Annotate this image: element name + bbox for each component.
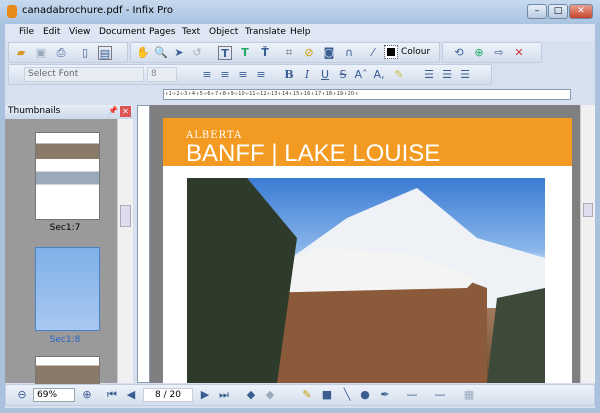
window-title: canadabrochure.pdf - Infix Pro — [22, 5, 174, 16]
print-icon[interactable]: ⎙ — [54, 46, 68, 60]
horizontal-ruler: ·ı·1·ı·2·ı·3·ı·4·ı·5·ı·6·ı·7·ı·8·ı·9·ı·1… — [163, 89, 571, 100]
hand-icon[interactable]: ✋ — [136, 46, 150, 60]
thumbnail-page-8[interactable] — [35, 247, 100, 331]
menu-pages[interactable]: Pages — [149, 27, 175, 37]
menu-view[interactable]: View — [69, 27, 90, 37]
pen-icon[interactable]: ✒ — [378, 388, 392, 402]
thumbnail-page-9[interactable] — [35, 356, 100, 386]
pin-icon[interactable]: 📌 — [108, 106, 118, 115]
align-left-icon[interactable]: ≡ — [200, 68, 214, 82]
menu-translate[interactable]: Translate — [245, 27, 286, 37]
maximize-button[interactable]: □ — [548, 4, 568, 19]
thumbnail-page-7[interactable] — [35, 132, 100, 220]
line-spacing-3-icon[interactable]: ☰ — [458, 68, 472, 82]
add-text-icon[interactable]: T — [238, 46, 252, 60]
rotate-icon[interactable]: ↺ — [190, 46, 204, 60]
path-icon[interactable]: ∩ — [342, 46, 356, 60]
strikethrough-icon[interactable]: S — [336, 68, 350, 82]
zoom-in-icon[interactable]: ⊕ — [80, 388, 94, 402]
subscript-icon[interactable]: A‚ — [372, 68, 386, 82]
save-icon[interactable]: ▣ — [34, 46, 48, 60]
underline-icon[interactable]: U — [318, 68, 332, 82]
page-icon[interactable]: ▯ — [78, 46, 92, 60]
thumbnail-list: Sec1:7 Sec1:8 — [5, 119, 117, 386]
scroll-thumb[interactable] — [120, 205, 131, 227]
superscript-icon[interactable]: Aˆ — [354, 68, 368, 82]
snowy-tree — [187, 178, 297, 383]
minimize-button[interactable]: – — [527, 4, 547, 19]
replace-page-icon[interactable]: ⟲ — [452, 46, 466, 60]
font-placeholder: Select Font — [28, 69, 79, 79]
app-icon — [7, 5, 17, 18]
open-icon[interactable]: ▰ — [14, 46, 28, 60]
zoom-icon[interactable]: 🔍 — [154, 46, 168, 60]
link-icon[interactable]: ⊘ — [302, 46, 316, 60]
camera-icon[interactable]: ◙ — [322, 46, 336, 60]
delete-page-icon[interactable]: ✕ — [512, 46, 526, 60]
crop-icon[interactable]: ⌗ — [282, 46, 296, 60]
first-page-icon[interactable]: ⏮ — [105, 388, 119, 402]
menu-document[interactable]: Document — [99, 27, 146, 37]
vertical-ruler — [137, 105, 150, 383]
text-tool-icon[interactable]: T — [218, 46, 232, 60]
headline-text[interactable]: BANFF | LAKE LOUISE — [186, 140, 440, 168]
line-spacing-1-icon[interactable]: ☰ — [422, 68, 436, 82]
line-icon[interactable]: ╲ — [340, 388, 354, 402]
hotel-photo[interactable] — [187, 178, 545, 383]
text-flow-icon[interactable]: Ť — [258, 46, 272, 60]
zoom-select[interactable]: 69% — [33, 388, 75, 402]
line-spacing-2-icon[interactable]: ☰ — [440, 68, 454, 82]
previous-page-icon[interactable]: ◀ — [124, 388, 138, 402]
forward-icon[interactable]: ◆ — [263, 388, 277, 402]
menu-file[interactable]: File — [19, 27, 34, 37]
line-width-icon[interactable]: — — [433, 388, 447, 402]
zoom-value: 69% — [37, 390, 58, 400]
font-size-value: 8 — [151, 69, 157, 79]
align-right-icon[interactable]: ≡ — [236, 68, 250, 82]
thumbnail-label: Sec1:7 — [49, 223, 81, 233]
extract-page-icon[interactable]: ⇨ — [492, 46, 506, 60]
panel-close-icon[interactable]: ✕ — [120, 106, 131, 117]
menu-help[interactable]: Help — [290, 27, 311, 37]
colour-swatch[interactable] — [384, 45, 398, 59]
next-page-icon[interactable]: ▶ — [198, 388, 212, 402]
menu-bar: File Edit View Document Pages Text Objec… — [5, 24, 595, 41]
last-page-icon[interactable]: ⏭ — [217, 388, 231, 402]
ellipse-icon[interactable]: ● — [358, 388, 372, 402]
document-scrollbar[interactable] — [580, 105, 595, 383]
back-icon[interactable]: ◆ — [244, 388, 258, 402]
font-size-select[interactable]: 8 — [147, 67, 177, 82]
align-center-icon[interactable]: ≡ — [218, 68, 232, 82]
insert-page-icon[interactable]: ⊕ — [472, 46, 486, 60]
colour-label[interactable]: Colour — [401, 47, 430, 57]
rectangle-icon[interactable]: ■ — [320, 388, 334, 402]
highlight-icon[interactable]: ✎ — [392, 68, 406, 82]
page-number-input[interactable]: 8 / 20 — [143, 388, 193, 402]
thumbnail-label: Sec1:8 — [49, 335, 81, 345]
font-select[interactable]: Select Font — [24, 67, 144, 82]
menu-edit[interactable]: Edit — [43, 27, 60, 37]
pencil-icon[interactable]: ✎ — [300, 388, 314, 402]
scroll-thumb[interactable] — [583, 203, 593, 217]
eyedropper-icon[interactable]: ⁄ — [366, 46, 380, 60]
page-layout-icon[interactable]: ▤ — [98, 46, 112, 60]
photo-art — [187, 178, 545, 383]
close-button[interactable]: ✕ — [569, 4, 593, 19]
menu-object[interactable]: Object — [209, 27, 238, 37]
italic-icon[interactable]: I — [300, 68, 314, 82]
thumbnails-title: Thumbnails — [8, 106, 61, 116]
thumbnail-scrollbar[interactable] — [117, 119, 133, 383]
page-number: 8 / 20 — [155, 390, 181, 400]
menu-text[interactable]: Text — [182, 27, 200, 37]
zoom-out-icon[interactable]: ⊖ — [15, 388, 29, 402]
border-icon[interactable]: ▦ — [462, 388, 476, 402]
select-arrow-icon[interactable]: ➤ — [172, 46, 186, 60]
line-style-icon[interactable]: — — [405, 388, 419, 402]
bold-icon[interactable]: B — [282, 68, 296, 82]
justify-icon[interactable]: ≡ — [254, 68, 268, 82]
